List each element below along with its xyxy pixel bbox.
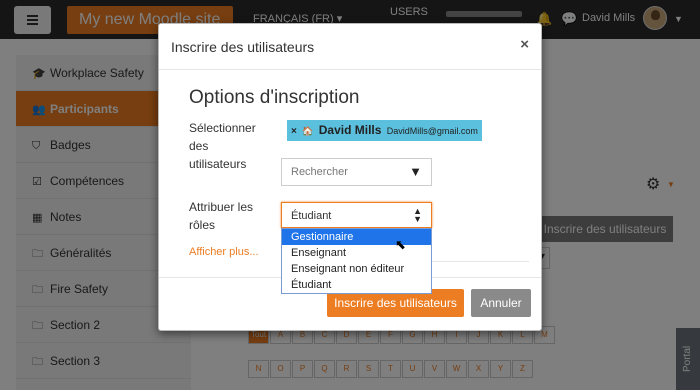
- role-select[interactable]: Étudiant ▲ ▼: [281, 202, 432, 228]
- role-option-gestionnaire[interactable]: Gestionnaire: [282, 229, 431, 245]
- search-placeholder: Rechercher: [291, 166, 348, 178]
- selected-user-chip[interactable]: × 🏠 David Mills DavidMills@gmail.com: [287, 120, 482, 141]
- role-option-enseignant-non-editeur[interactable]: Enseignant non éditeur: [282, 261, 431, 277]
- select-users-label: Sélectionner des utilisateurs: [189, 121, 256, 171]
- mouse-cursor-icon: ⬉: [395, 237, 406, 252]
- selected-user-name: David Mills: [318, 123, 382, 137]
- enrol-users-modal: Inscrire des utilisateurs × Options d'in…: [158, 23, 542, 331]
- remove-icon[interactable]: ×: [291, 126, 297, 137]
- selected-user-email: DavidMills@gmail.com: [386, 126, 478, 136]
- close-icon[interactable]: ×: [520, 36, 529, 53]
- role-option-etudiant[interactable]: Étudiant: [282, 277, 431, 293]
- user-icon: 🏠: [302, 126, 314, 136]
- user-search-input[interactable]: Rechercher ▼: [281, 158, 432, 186]
- role-selected-value: Étudiant: [291, 210, 332, 222]
- section-title: Options d'inscription: [189, 87, 360, 108]
- assign-roles-label: Attribuer les rôles: [189, 200, 254, 232]
- caret-down-icon[interactable]: ▼: [409, 164, 422, 179]
- show-more-link[interactable]: Afficher plus...: [189, 246, 259, 258]
- modal-header: Inscrire des utilisateurs ×: [159, 24, 541, 70]
- sort-arrows-icon: ▲ ▼: [413, 206, 422, 224]
- role-dropdown-list: Gestionnaire Enseignant Enseignant non é…: [281, 228, 432, 294]
- cancel-button[interactable]: Annuler: [471, 289, 531, 317]
- modal-title: Inscrire des utilisateurs: [171, 39, 315, 55]
- role-option-enseignant[interactable]: Enseignant: [282, 245, 431, 261]
